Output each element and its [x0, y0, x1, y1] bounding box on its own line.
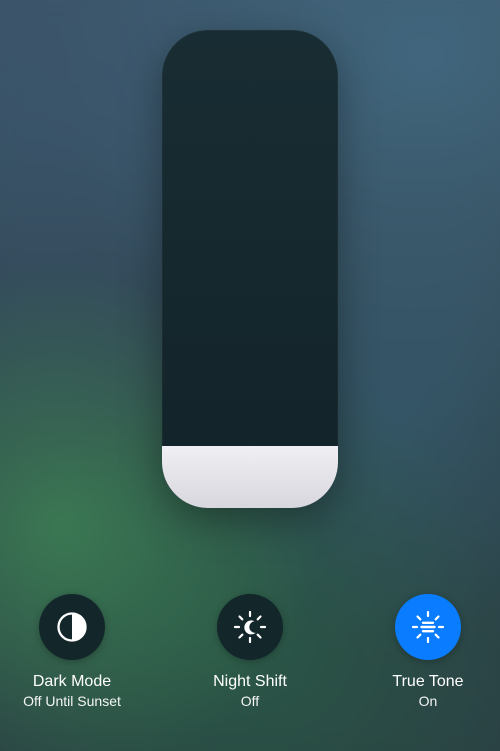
night-shift-toggle: Night Shift Off [190, 594, 310, 709]
dark-mode-title: Dark Mode [33, 674, 111, 691]
true-tone-title: True Tone [392, 674, 463, 691]
dark-mode-icon [55, 610, 89, 644]
night-shift-title: Night Shift [213, 674, 287, 691]
night-shift-icon [232, 609, 268, 645]
display-toggle-row: Dark Mode Off Until Sunset [0, 594, 500, 709]
true-tone-button[interactable] [395, 594, 461, 660]
dark-mode-toggle: Dark Mode Off Until Sunset [12, 594, 132, 709]
brightness-slider-fill [162, 446, 338, 508]
brightness-slider[interactable] [162, 30, 338, 508]
night-shift-subtitle: Off [241, 693, 259, 709]
night-shift-button[interactable] [217, 594, 283, 660]
true-tone-icon [410, 609, 446, 645]
true-tone-subtitle: On [419, 693, 438, 709]
dark-mode-button[interactable] [39, 594, 105, 660]
true-tone-toggle: True Tone On [368, 594, 488, 709]
dark-mode-subtitle: Off Until Sunset [23, 693, 121, 709]
